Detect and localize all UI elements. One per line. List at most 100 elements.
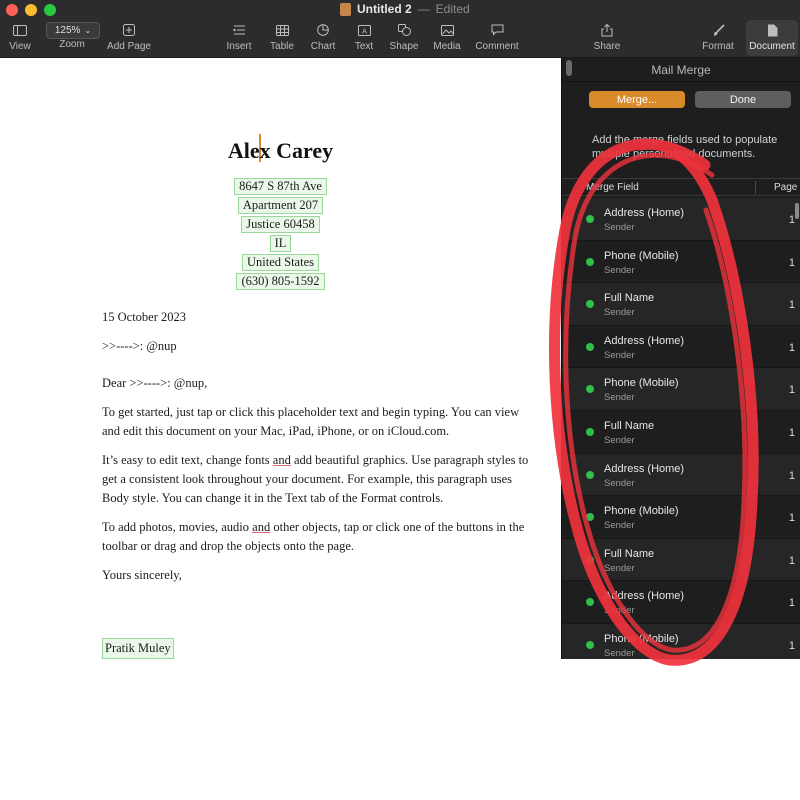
add-page-label: Add Page — [107, 41, 151, 52]
paragraph-3: To add photos, movies, audio and other o… — [102, 518, 532, 556]
window-toolbar: Untitled 2 — Edited View 125% ⌄ Zoom Add… — [0, 0, 800, 58]
merge-button[interactable]: Merge... — [589, 91, 685, 108]
comment-icon — [469, 20, 525, 40]
zoom-label-wrap: Zoom — [44, 38, 100, 50]
photo-icon — [419, 20, 475, 40]
status-dot-icon — [586, 598, 594, 607]
merge-field-name: Phone (Mobile) — [604, 632, 679, 645]
merge-field-page: 1 — [788, 597, 795, 610]
merge-field-source: Sender — [604, 605, 635, 617]
document-name: Untitled 2 — [357, 2, 412, 16]
merge-field-name: Full Name — [604, 547, 655, 560]
share-button[interactable]: Share — [579, 20, 635, 52]
window-controls — [6, 4, 56, 16]
document-page-icon — [744, 20, 800, 40]
comment-button[interactable]: Comment — [469, 20, 525, 52]
merge-field-page: 1 — [788, 384, 795, 397]
status-dot-icon — [586, 470, 594, 479]
merge-field-name: Full Name — [604, 419, 655, 432]
window-title: Untitled 2 — Edited — [340, 2, 470, 16]
document-button[interactable]: Document — [744, 20, 800, 52]
status-dot-icon — [586, 342, 594, 351]
merge-field-row[interactable]: Full Name Sender 1 — [562, 538, 800, 582]
done-button[interactable]: Done — [695, 91, 791, 108]
merge-field-row[interactable]: Address (Home) Sender 1 — [562, 198, 800, 241]
edit-state: Edited — [435, 2, 470, 16]
merge-field-source: Sender — [604, 434, 635, 446]
merge-field-address-line-1[interactable]: 8647 S 87th Ave — [234, 178, 327, 195]
merge-field-source: Sender — [604, 349, 635, 361]
format-label: Format — [702, 41, 734, 52]
merge-field-page: 1 — [788, 639, 795, 652]
merge-field-page: 1 — [788, 469, 795, 482]
merge-field-address-line-4[interactable]: IL — [269, 235, 292, 252]
close-window-button[interactable] — [6, 4, 18, 16]
merge-field-row[interactable]: Phone (Mobile) Sender 1 — [562, 240, 800, 284]
merge-field-name: Phone (Mobile) — [604, 505, 679, 518]
merge-field-phone[interactable]: (630) 805-1592 — [236, 273, 325, 290]
zoom-select[interactable]: 125% ⌄ — [46, 22, 100, 39]
format-button[interactable]: Format — [690, 20, 746, 52]
merge-field-name: Full Name — [604, 292, 655, 305]
panel-title: Mail Merge — [562, 58, 800, 82]
media-button[interactable]: Media — [419, 20, 475, 52]
letter-date[interactable]: 15 October 2023 — [102, 308, 532, 327]
sender-name[interactable]: Alex Carey — [0, 138, 561, 164]
comment-label: Comment — [475, 41, 519, 52]
paragraph-2-text-a: It’s easy to edit text, change fonts — [102, 453, 273, 467]
svg-text:A: A — [362, 27, 367, 35]
merge-field-list: Address (Home) Sender 1 Phone (Mobile) Sende… — [562, 198, 800, 659]
merge-field-row[interactable]: Phone (Mobile) Sender 1 — [562, 496, 800, 539]
background-area — [561, 659, 800, 800]
merge-field-source: Sender — [604, 520, 635, 532]
merge-field-row[interactable]: Full Name Sender 1 — [562, 283, 800, 326]
panel-description: Add the merge fields used to populate mu… — [592, 134, 778, 160]
maximize-window-button[interactable] — [44, 4, 56, 16]
merge-field-row[interactable]: Address (Home) Sender 1 — [562, 325, 800, 369]
view-button[interactable]: View — [0, 20, 48, 52]
merge-field-source: Sender — [604, 562, 635, 574]
merge-field-signature[interactable]: Pratik Muley — [102, 638, 174, 659]
sender-address-block: 8647 S 87th Ave Apartment 207 Justice 60… — [0, 178, 561, 292]
merge-field-source: Sender — [604, 222, 635, 233]
status-dot-icon — [586, 385, 594, 394]
merge-field-address-line-2[interactable]: Apartment 207 — [237, 197, 324, 214]
spelling-flag-and-2: and — [252, 520, 271, 534]
add-page-button[interactable]: Add Page — [101, 20, 157, 52]
closing: Yours sincerely, — [102, 568, 182, 582]
media-label: Media — [433, 41, 461, 52]
merge-field-row[interactable]: Phone (Mobile) Sender 1 — [562, 368, 800, 411]
status-dot-icon — [586, 555, 594, 564]
merge-field-name: Address (Home) — [604, 207, 685, 219]
merge-field-address-line-3[interactable]: Justice 60458 — [241, 216, 320, 233]
merge-field-row[interactable]: Full Name Sender 1 — [562, 410, 800, 454]
merge-field-row[interactable]: Phone (Mobile) Sender 1 — [562, 623, 800, 659]
paintbrush-icon — [690, 20, 746, 40]
minimize-window-button[interactable] — [25, 4, 37, 16]
column-divider — [755, 181, 756, 194]
panel-buttons: Merge... Done — [589, 91, 791, 108]
letter-body[interactable]: Dear >>---->: @nup, To get started, just… — [102, 374, 532, 595]
status-dot-icon — [586, 427, 594, 436]
status-dot-icon — [586, 300, 594, 309]
merge-field-source: Sender — [604, 392, 635, 404]
merge-field-row[interactable]: Address (Home) Sender 1 — [562, 581, 800, 624]
document-scrollbar[interactable] — [566, 60, 572, 76]
merge-field-row[interactable]: Address (Home) Sender 1 — [562, 453, 800, 497]
plus-square-icon — [101, 20, 157, 40]
merge-field-page: 1 — [788, 256, 795, 269]
salutation: Dear >>---->: @nup, — [102, 376, 208, 390]
panel-scrollbar[interactable] — [795, 203, 799, 219]
recipient-line[interactable]: >>---->: @nup — [102, 337, 532, 356]
spelling-flag-and: and — [272, 453, 291, 467]
document-canvas[interactable]: Alex Carey 8647 S 87th Ave Apartment 207… — [0, 58, 561, 800]
column-merge-field[interactable]: Merge Field — [586, 182, 639, 193]
merge-field-name: Address (Home) — [604, 462, 685, 475]
merge-field-name: Address (Home) — [604, 590, 685, 603]
column-page[interactable]: Page — [774, 182, 797, 193]
share-label: Share — [593, 41, 621, 52]
merge-field-table-header: Merge Field Page — [562, 178, 800, 196]
merge-field-source: Sender — [604, 307, 635, 319]
paragraph-3-text-a: To add photos, movies, audio — [102, 520, 253, 534]
merge-field-address-line-5[interactable]: United States — [241, 254, 319, 271]
